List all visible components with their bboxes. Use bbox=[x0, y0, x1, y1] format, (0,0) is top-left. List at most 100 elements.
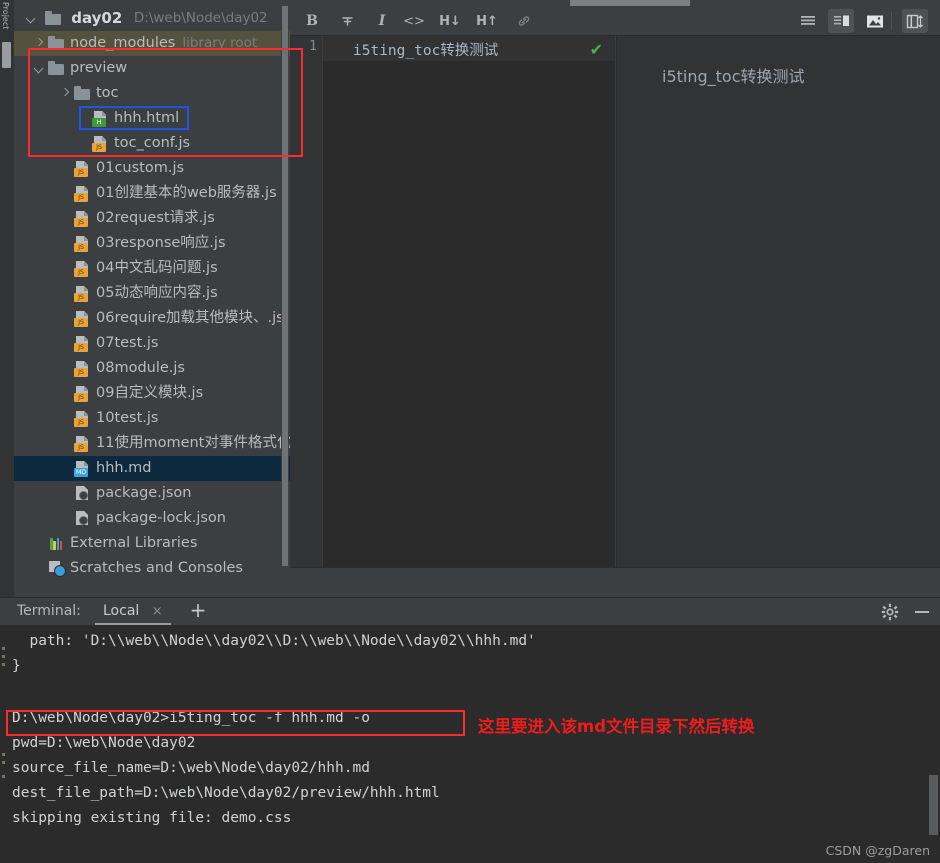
tree-row[interactable]: JS 06require加载其他模块、.js bbox=[14, 306, 290, 331]
gear-icon[interactable] bbox=[881, 603, 899, 621]
tree-row[interactable]: JS 04中文乱码问题.js bbox=[14, 256, 290, 281]
file-type-badge: JS bbox=[74, 293, 88, 302]
folder-icon bbox=[74, 85, 91, 102]
code-button[interactable]: <> bbox=[402, 9, 426, 33]
markdown-source-pane[interactable]: 1 i5ting_toc转换测试 ✔ bbox=[290, 36, 615, 567]
editor-only-view-button[interactable] bbox=[795, 9, 821, 33]
terminal-line-1: } bbox=[12, 658, 21, 674]
file-js-icon: JS bbox=[74, 160, 91, 177]
tree-item-label: 08module.js bbox=[96, 360, 185, 376]
project-tree[interactable]: day02 D:\web\Node\day02 node_modules libr… bbox=[14, 6, 290, 597]
chevron-down-icon[interactable] bbox=[26, 13, 37, 24]
json-file-icon bbox=[74, 510, 91, 527]
tree-item-label: 06require加载其他模块、.js bbox=[96, 310, 284, 326]
editor-bottom-strip bbox=[290, 567, 940, 597]
chevron-right-icon[interactable] bbox=[60, 88, 71, 99]
tree-row[interactable]: External Libraries bbox=[14, 531, 290, 556]
terminal-tab-label: Local bbox=[103, 603, 140, 619]
markdown-toolbar: B I <> H↓ H↑ bbox=[290, 6, 940, 36]
tree-row[interactable]: Scratches and Consoles bbox=[14, 556, 290, 581]
left-tool-strip-label[interactable]: Project bbox=[1, 2, 10, 29]
tree-item-label: Scratches and Consoles bbox=[70, 560, 243, 576]
tree-row[interactable]: toc bbox=[14, 81, 290, 106]
tree-item-label: 03response响应.js bbox=[96, 235, 226, 251]
tree-row[interactable]: JS 01custom.js bbox=[14, 156, 290, 181]
tree-row[interactable]: JS 08module.js bbox=[14, 356, 290, 381]
tree-item-label: 07test.js bbox=[96, 335, 159, 351]
tree-row[interactable]: MD hhh.md bbox=[14, 456, 290, 481]
tree-row[interactable]: JS 03response响应.js bbox=[14, 231, 290, 256]
left-tool-strip-chip[interactable] bbox=[2, 42, 11, 68]
tree-row[interactable]: JS 10test.js bbox=[14, 406, 290, 431]
file-js-icon: JS bbox=[74, 410, 91, 427]
tree-row[interactable]: JS 01创建基本的web服务器.js bbox=[14, 181, 290, 206]
file-js-icon: JS bbox=[74, 360, 91, 377]
heading-down-button[interactable]: H↓ bbox=[438, 9, 462, 33]
tree-row[interactable]: JS 02request请求.js bbox=[14, 206, 290, 231]
markdown-preview-pane[interactable]: i5ting_toc转换测试 bbox=[616, 36, 940, 567]
terminal-scrollbar-thumb[interactable] bbox=[929, 775, 938, 835]
italic-button[interactable]: I bbox=[370, 9, 394, 33]
preview-only-view-button[interactable] bbox=[862, 9, 888, 33]
tree-row[interactable]: package-lock.json bbox=[14, 506, 290, 531]
editor-and-preview-view-button[interactable] bbox=[828, 9, 854, 33]
tree-row[interactable]: JS 09自定义模块.js bbox=[14, 381, 290, 406]
terminal-line-5: source_file_name=D:\web\Node\day02/hhh.m… bbox=[12, 760, 370, 776]
bold-button[interactable]: B bbox=[300, 9, 324, 33]
tree-row[interactable]: Hhhh.html bbox=[14, 106, 290, 131]
file-type-badge: JS bbox=[74, 368, 88, 377]
toggle-layout-button[interactable] bbox=[902, 9, 928, 33]
new-terminal-tab-button[interactable]: + bbox=[188, 600, 208, 621]
file-type-badge: MD bbox=[74, 468, 88, 477]
terminal-title: Terminal: bbox=[17, 603, 81, 619]
tree-item-label: 05动态响应内容.js bbox=[96, 285, 218, 301]
tree-row[interactable]: JS 11使用moment对事件格式化.j bbox=[14, 431, 290, 456]
tree-row[interactable]: package.json bbox=[14, 481, 290, 506]
tree-row-root[interactable]: day02 D:\web\Node\day02 bbox=[14, 6, 290, 31]
file-type-badge: JS bbox=[74, 193, 88, 202]
bar bbox=[59, 541, 63, 550]
project-tree-scrollbar-thumb[interactable] bbox=[282, 6, 288, 566]
inspection-ok-icon[interactable]: ✔ bbox=[590, 40, 603, 59]
terminal-body[interactable]: path: 'D:\\web\\Node\\day02\\D:\\web\\No… bbox=[0, 625, 940, 863]
tree-item-sublabel: library root bbox=[182, 35, 258, 51]
strikethrough-button[interactable] bbox=[335, 9, 359, 33]
heading-up-button[interactable]: H↑ bbox=[475, 9, 499, 33]
project-tree-scrollbar[interactable] bbox=[281, 6, 289, 597]
tree-item-label: package.json bbox=[96, 485, 192, 501]
file-type-badge: JS bbox=[74, 343, 88, 352]
file-js-icon: JS bbox=[74, 235, 91, 252]
left-tool-strip[interactable]: Project bbox=[0, 0, 14, 597]
terminal-tab-local[interactable]: Local × bbox=[95, 600, 171, 625]
tree-item-label: 04中文乱码问题.js bbox=[96, 260, 218, 276]
link-button[interactable] bbox=[512, 9, 536, 33]
ide-window: Project day02 D:\web\Node\day02 node_mod… bbox=[0, 0, 940, 863]
minimize-icon[interactable] bbox=[915, 611, 929, 613]
file-type-badge: JS bbox=[74, 168, 88, 177]
file-js-icon: JS bbox=[74, 260, 91, 277]
layout-toggle-icon bbox=[906, 14, 923, 28]
tree-row[interactable]: node_modules library root bbox=[14, 31, 290, 56]
tree-row[interactable]: JS 05动态响应内容.js bbox=[14, 281, 290, 306]
tree-row[interactable]: preview bbox=[14, 56, 290, 81]
tree-item-label: hhh.html bbox=[114, 110, 180, 126]
chevron-down-icon[interactable] bbox=[34, 63, 45, 74]
tree-row[interactable]: JS toc_conf.js bbox=[14, 131, 290, 156]
chevron-right-icon[interactable] bbox=[34, 38, 45, 49]
terminal-header: Terminal: Local × + bbox=[0, 597, 940, 625]
image-preview-icon bbox=[867, 15, 883, 27]
close-icon[interactable]: × bbox=[152, 604, 163, 619]
source-line-1[interactable]: i5ting_toc转换测试 ✔ bbox=[323, 36, 615, 61]
terminal-left-rail bbox=[0, 625, 8, 863]
source-line-text: i5ting_toc转换测试 bbox=[353, 43, 499, 59]
tree-row[interactable]: JS 07test.js bbox=[14, 331, 290, 356]
tree-item-label: preview bbox=[70, 60, 128, 76]
